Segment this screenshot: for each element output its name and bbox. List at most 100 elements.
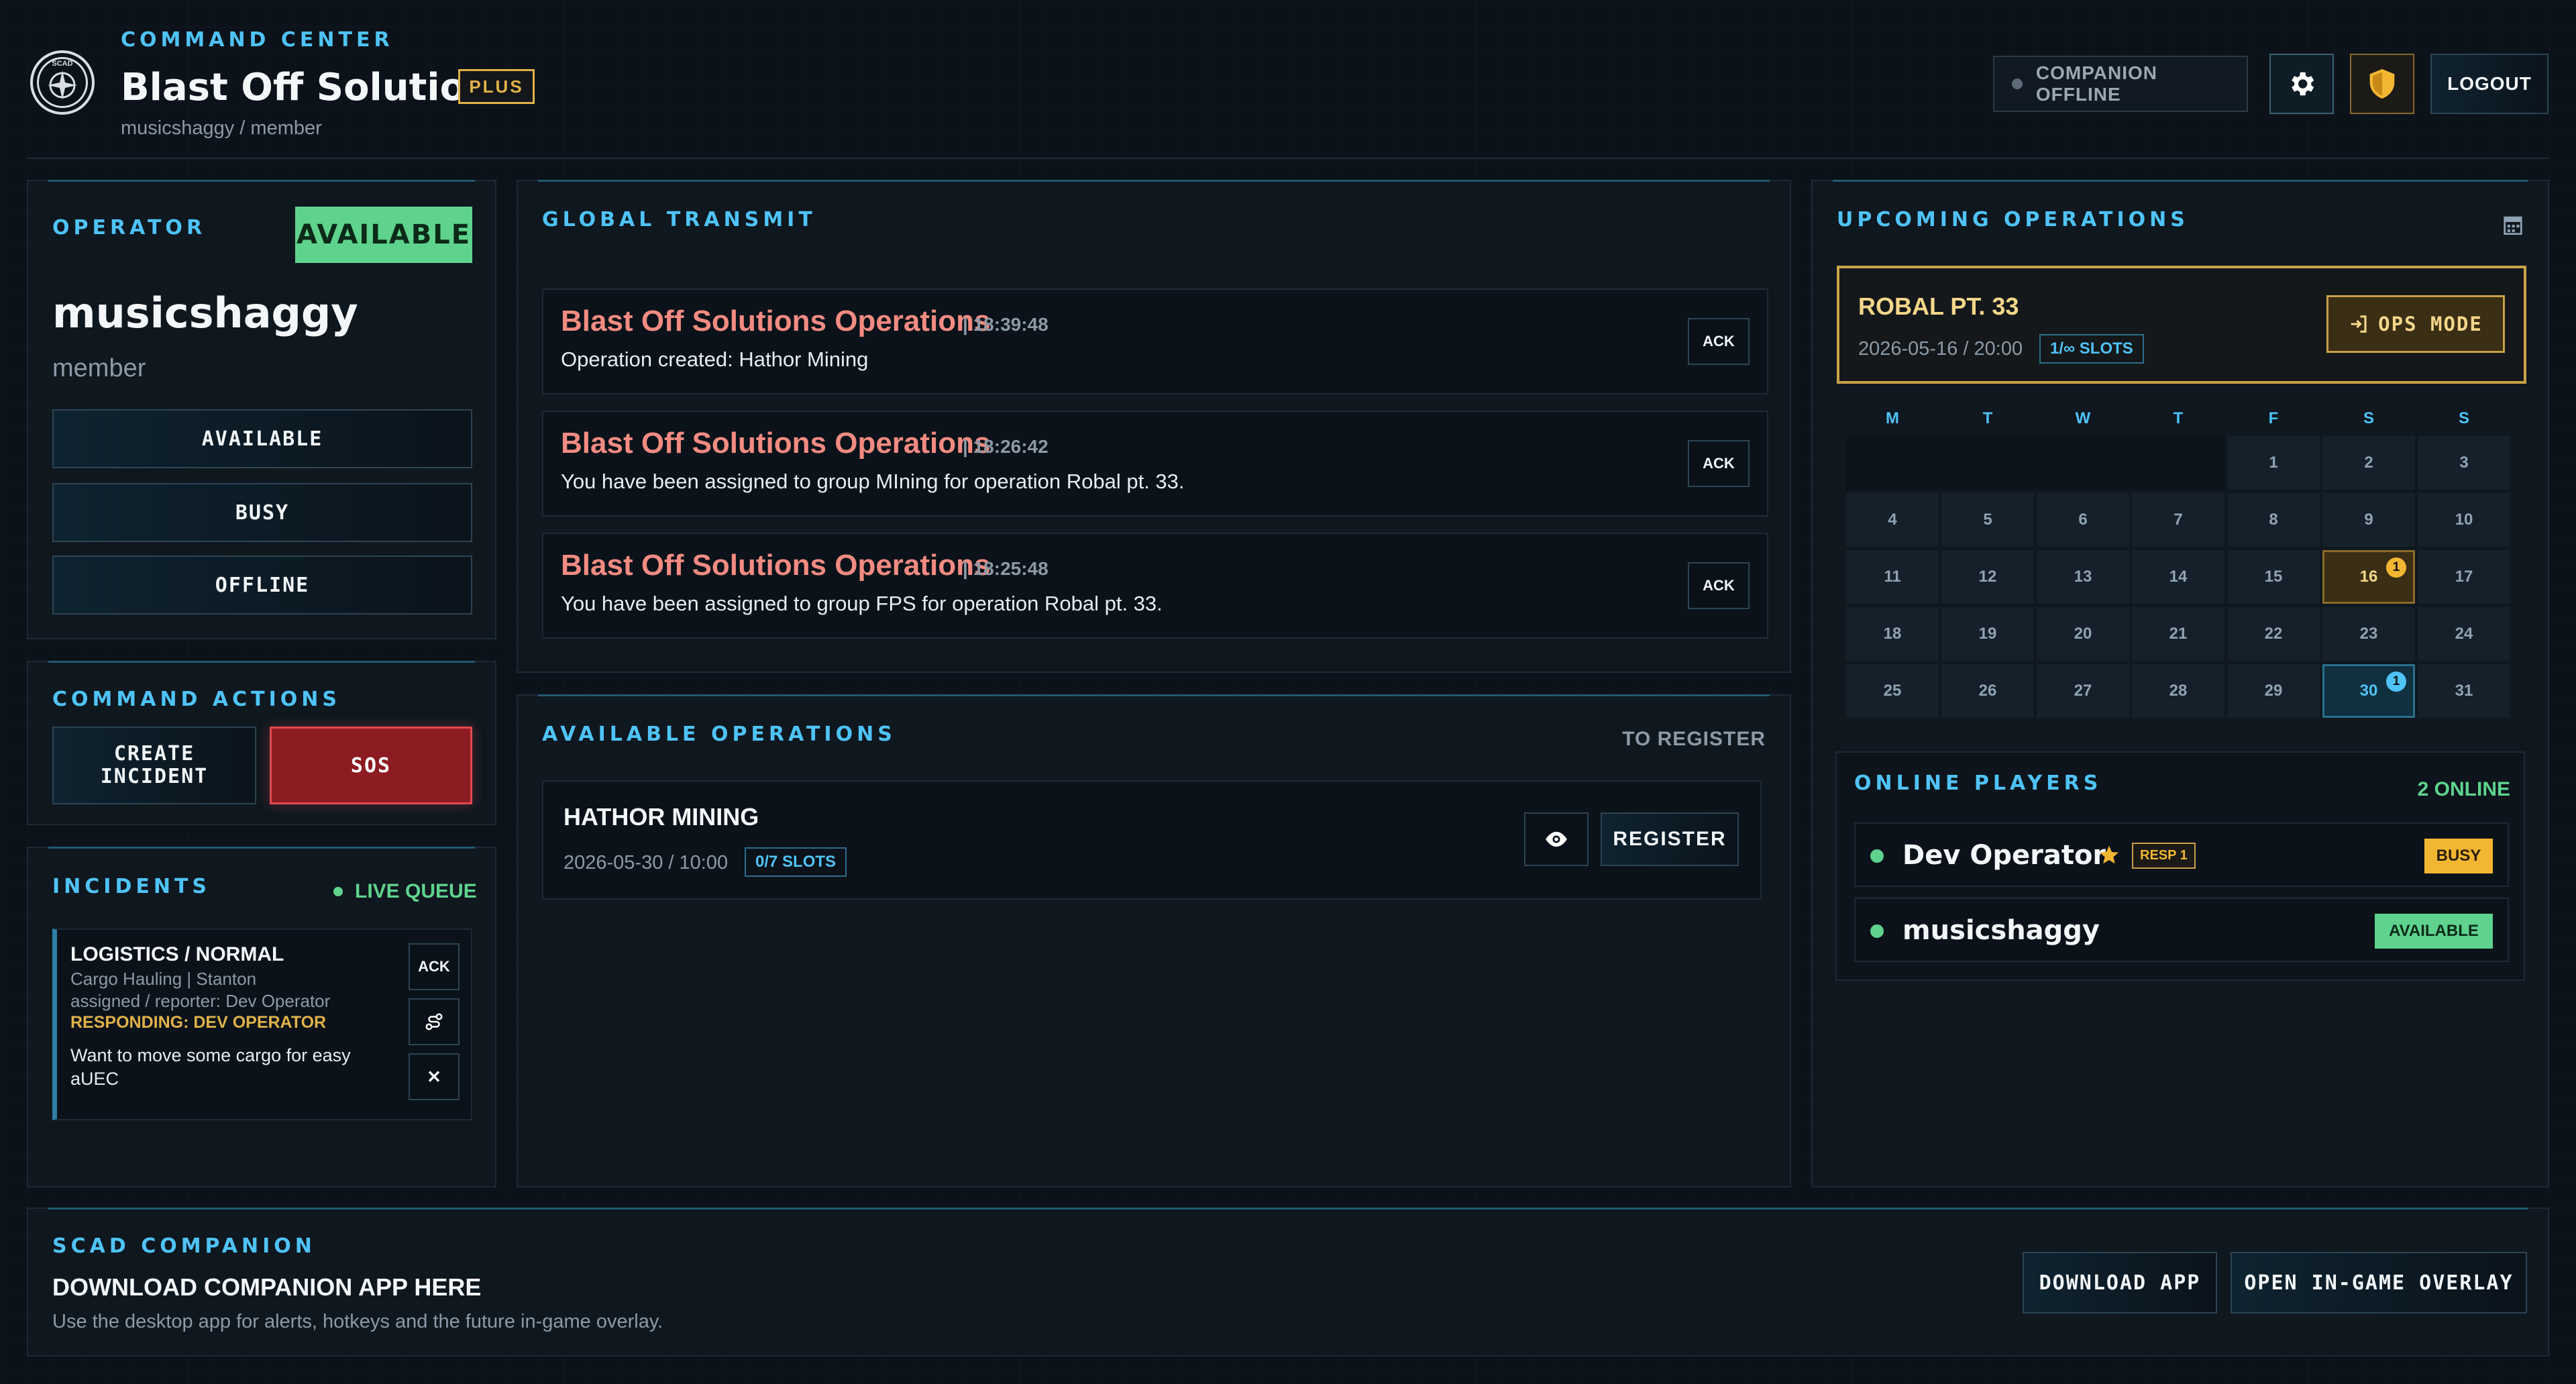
status-available-button[interactable]: AVAILABLE [52,409,472,468]
transmit-time: | 18:25:48 [963,558,1049,579]
incident-route-button[interactable] [409,998,460,1045]
calendar-day[interactable]: 30 1 [2322,664,2415,718]
calendar-day-number: 8 [2269,511,2278,529]
login-icon [2351,315,2367,333]
incident-ack-button[interactable]: ACK [409,943,460,990]
calendar-day[interactable]: 2 [2322,436,2415,490]
calendar-day[interactable]: 14 [2132,550,2224,604]
companion-panel: SCAD COMPANION DOWNLOAD COMPANION APP HE… [27,1208,2549,1356]
operation-card: HATHOR MINING 2026-05-30 / 10:00 0/7 SLO… [542,780,1762,900]
live-queue-label: LIVE QUEUE [355,880,477,902]
upcoming-operations-heading: UPCOMING OPERATIONS [1837,208,2189,231]
featured-slots-badge: 1/∞ SLOTS [2039,334,2144,364]
calendar-day[interactable]: 4 [1846,493,1939,547]
incident-assignment: assigned / reporter: Dev Operator [70,991,331,1011]
global-transmit-heading: GLOBAL TRANSMIT [542,208,816,231]
calendar-day[interactable]: 16 1 [2322,550,2415,604]
calendar-day-number: 31 [2455,682,2473,700]
eye-icon [1546,831,1567,847]
calendar-day-number: 27 [2074,682,2092,700]
calendar-day[interactable]: 25 [1846,664,1939,718]
calendar-day[interactable]: 12 [1941,550,2034,604]
operator-heading: OPERATOR [52,216,207,239]
calendar-day[interactable]: 21 [2132,607,2224,661]
calendar-day-number: 17 [2455,568,2473,586]
transmit-ack-button[interactable]: ACK [1688,562,1750,609]
view-operation-button[interactable] [1524,812,1589,866]
featured-operation-card[interactable]: ROBAL PT. 33 2026-05-16 / 20:00 1/∞ SLOT… [1837,266,2526,384]
calendar-day[interactable]: 11 [1846,550,1939,604]
ops-mode-label: OPS MODE [2378,313,2483,335]
calendar-day[interactable]: 15 [2227,550,2320,604]
download-app-button[interactable]: DOWNLOAD APP [2023,1252,2217,1314]
player-row[interactable]: Dev Operator RESP 1 BUSY [1854,822,2509,887]
calendar-day-number: 18 [1883,625,1902,643]
calendar-icon[interactable] [2504,215,2522,235]
calendar-day[interactable]: 3 [2418,436,2510,490]
transmit-ack-button[interactable]: ACK [1688,318,1750,365]
operation-name: HATHOR MINING [564,803,759,831]
status-offline-button[interactable]: OFFLINE [52,555,472,615]
calendar-day-number: 1 [2269,454,2278,472]
transmit-ack-button[interactable]: ACK [1688,440,1750,487]
online-players-panel: ONLINE PLAYERS 2 ONLINE Dev Operator RES… [1835,751,2525,981]
calendar-day[interactable]: 9 [2322,493,2415,547]
calendar-day-number: 26 [1978,682,1997,700]
transmit-message: Blast Off Solutions Operations | 18:25:4… [542,533,1768,639]
logout-button[interactable]: LOGOUT [2430,54,2548,114]
incident-card[interactable]: LOGISTICS / NORMAL Cargo Hauling | Stant… [52,928,472,1120]
calendar-day[interactable]: 8 [2227,493,2320,547]
player-role-badge: RESP 1 [2132,843,2196,869]
calendar-day[interactable]: 24 [2418,607,2510,661]
sos-button[interactable]: SOS [270,727,472,804]
calendar-day-number: 21 [2169,625,2188,643]
calendar-day-number: 22 [2264,625,2283,643]
shield-button[interactable] [2350,54,2414,114]
calendar-day[interactable]: 27 [2037,664,2129,718]
calendar-day[interactable]: 19 [1941,607,2034,661]
companion-status-label: COMPANION OFFLINE [2035,62,2158,105]
calendar-weekday-label: T [2173,409,2184,427]
featured-operation-datetime: 2026-05-16 / 20:00 [1858,338,2023,360]
calendar-day[interactable]: 7 [2132,493,2224,547]
open-overlay-button[interactable]: OPEN IN-GAME OVERLAY [2231,1252,2527,1314]
calendar-day-number: 4 [1888,511,1897,529]
live-dot-icon [333,887,343,896]
incidents-panel: INCIDENTS LIVE QUEUE LOGISTICS / NORMAL … [27,847,496,1187]
calendar-day[interactable]: 26 [1941,664,2034,718]
calendar-day[interactable]: 22 [2227,607,2320,661]
incident-title: LOGISTICS / NORMAL [70,943,284,965]
calendar-day-number: 13 [2074,568,2092,586]
calendar-day-number: 15 [2264,568,2283,586]
calendar-day[interactable]: 31 [2418,664,2510,718]
register-button[interactable]: REGISTER [1601,812,1739,866]
settings-button[interactable] [2269,54,2334,114]
calendar-day[interactable]: 23 [2322,607,2415,661]
calendar-day[interactable]: 13 [2037,550,2129,604]
close-icon: ✕ [427,1066,441,1087]
tier-badge: PLUS [458,69,535,104]
calendar-day-number: 12 [1978,568,1997,586]
calendar-weekday-label: S [2458,409,2469,427]
calendar-day[interactable]: 6 [2037,493,2129,547]
calendar-day-number: 20 [2074,625,2092,643]
calendar-day[interactable]: 17 [2418,550,2510,604]
available-operations-panel: AVAILABLE OPERATIONS TO REGISTER HATHOR … [517,694,1791,1187]
create-incident-button[interactable]: CREATE INCIDENT [52,727,256,804]
player-row[interactable]: musicshaggy AVAILABLE [1854,898,2509,962]
available-operations-heading: AVAILABLE OPERATIONS [542,723,896,746]
status-busy-button[interactable]: BUSY [52,483,472,542]
calendar-day[interactable]: 20 [2037,607,2129,661]
org-name: Blast Off Solutions [121,66,515,109]
calendar-day[interactable]: 28 [2132,664,2224,718]
calendar-day[interactable]: 29 [2227,664,2320,718]
calendar-day[interactable]: 1 [2227,436,2320,490]
live-queue-indicator: LIVE QUEUE [333,880,477,903]
ops-mode-button[interactable]: OPS MODE [2326,295,2505,353]
calendar-day[interactable]: 10 [2418,493,2510,547]
calendar-day[interactable]: 18 [1846,607,1939,661]
player-name: Dev Operator [1902,840,2106,871]
calendar-day[interactable]: 5 [1941,493,2034,547]
upcoming-operations-panel: UPCOMING OPERATIONS ROBAL PT. 33 2026-05… [1811,180,2549,1187]
incident-close-button[interactable]: ✕ [409,1053,460,1100]
